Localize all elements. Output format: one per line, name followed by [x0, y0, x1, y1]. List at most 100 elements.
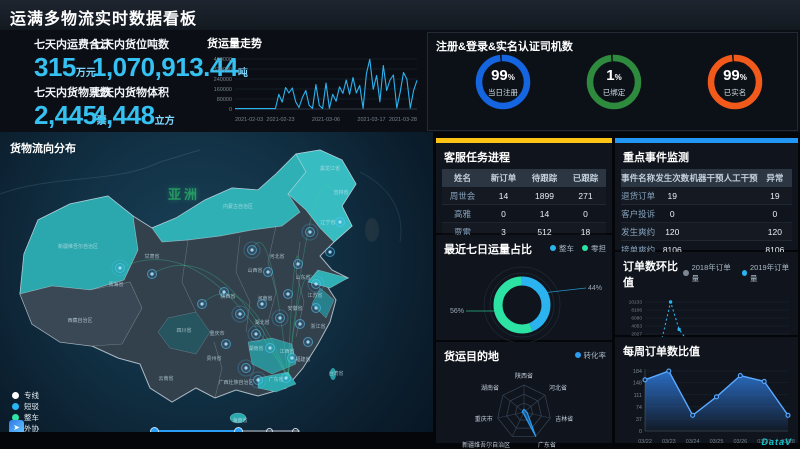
svg-text:广东省: 广东省 [268, 376, 283, 383]
legend-dot [12, 403, 19, 410]
slider-handle-current[interactable] [234, 427, 243, 432]
timeline-slider[interactable] [150, 426, 300, 432]
svg-text:河南省: 河南省 [257, 295, 272, 302]
svg-text:03/23: 03/23 [662, 439, 676, 445]
gauge-value: 99 [723, 67, 740, 84]
destination-panel: 货运目的地 转化率 陕西省河北省吉林省广东省新疆维吾尔自治区重庆市湖南省 [436, 342, 612, 443]
row-name: 客户投诉 [621, 205, 655, 223]
kpi-unit: 立方 [155, 116, 175, 127]
donut-legend: 整车 零担 [550, 243, 606, 254]
slider-handle-start[interactable] [150, 427, 159, 432]
col-header: 发生次数 [655, 169, 689, 187]
svg-text:贵州省: 贵州省 [206, 355, 221, 362]
panel-title: 最近七日运量占比 [444, 241, 532, 257]
map-legend-item[interactable]: 专线 [12, 390, 39, 401]
svg-text:2021-02-23: 2021-02-23 [266, 117, 294, 123]
svg-text:160000: 160000 [214, 87, 232, 93]
gauge-unit: % [508, 73, 515, 82]
kpi-volume: 七天内货物体积 4,448立方 [92, 84, 175, 129]
slider-handle-ghost-2[interactable] [292, 428, 299, 432]
row-value: 120 [655, 223, 689, 241]
svg-text:江苏省: 江苏省 [307, 292, 322, 299]
row-value: 14 [483, 187, 524, 205]
svg-text:辽宁省: 辽宁省 [320, 219, 335, 226]
slider-handle-ghost-1[interactable] [266, 428, 273, 432]
col-header: 待跟踪 [524, 169, 565, 187]
gauge-bound: 1%已绑定 [585, 53, 643, 125]
svg-text:河北省: 河北省 [269, 253, 284, 260]
legend-label: 整车 [24, 412, 39, 423]
svg-text:甘肃省: 甘肃省 [144, 253, 159, 260]
svg-text:03/26: 03/26 [733, 439, 747, 445]
gauge-label: 已绑定 [603, 87, 626, 98]
table-row: 发生爽约120120 [621, 223, 792, 241]
cargo-flow-map-panel: 货物流向分布 亚洲 [0, 132, 433, 432]
legend-label: 外协 [24, 423, 39, 432]
legend-item-2018[interactable]: 2018年订单量 [683, 262, 733, 284]
gauge-unit: % [740, 73, 747, 82]
svg-text:山西省: 山西省 [247, 267, 262, 274]
header-bar: 运满多物流实时数据看板 [0, 0, 800, 31]
svg-text:江西省: 江西省 [279, 348, 294, 355]
svg-text:安徽省: 安徽省 [287, 305, 302, 312]
row-value [724, 205, 758, 223]
row-name: 周世会 [442, 187, 483, 205]
kpi-value: 315 [34, 52, 76, 82]
row-value: 19 [655, 187, 689, 205]
svg-text:74: 74 [636, 405, 642, 411]
row-value [689, 205, 723, 223]
col-header: 机器干预 [689, 169, 723, 187]
svg-text:03/24: 03/24 [686, 439, 700, 445]
legend-item-conversion[interactable]: 转化率 [575, 350, 607, 361]
svg-text:重庆市: 重庆市 [209, 330, 224, 337]
freight-trend-chart: 0800001600002400003200004000002021-02-03… [205, 51, 427, 131]
svg-text:8106: 8106 [631, 308, 642, 314]
panel-title: 每周订单数比值 [623, 343, 798, 359]
col-header: 异常 [758, 169, 792, 187]
svg-text:海南省: 海南省 [232, 417, 247, 424]
gauges-title: 注册&登录&实名认证司机数 [436, 38, 797, 54]
radar-legend: 转化率 [575, 350, 607, 361]
continent-label: 亚洲 [168, 184, 200, 203]
svg-text:4053: 4053 [631, 324, 642, 330]
gauge-label: 当日注册 [488, 87, 518, 98]
weekly-orders-panel: 每周订单数比值 0377411114818403/2203/2303/2403/… [615, 337, 798, 443]
col-header: 事件名称 [621, 169, 655, 187]
svg-text:111: 111 [634, 393, 642, 399]
svg-text:西藏自治区: 西藏自治区 [67, 317, 92, 324]
row-value: 0 [655, 205, 689, 223]
destination-radar: 陕西省河北省吉林省广东省新疆维吾尔自治区重庆市湖南省 [436, 368, 612, 449]
svg-text:80000: 80000 [217, 97, 232, 103]
col-header: 人工干预 [724, 169, 758, 187]
legend-item-2019[interactable]: 2019年订单量 [742, 262, 792, 284]
china-map[interactable]: 黑龙江省内蒙古自治区吉林省辽宁省甘肃省青海省新疆维吾尔自治区西藏自治区四川省云南… [0, 132, 433, 432]
svg-text:184: 184 [633, 369, 642, 375]
slider-fill [154, 430, 238, 432]
svg-text:内蒙古自治区: 内蒙古自治区 [223, 203, 253, 210]
col-header: 新订单 [483, 169, 524, 187]
panel-title: 订单数环比值 [623, 258, 683, 290]
row-value: 0 [565, 205, 606, 223]
legend-item-fulltruck[interactable]: 整车 [550, 243, 574, 254]
svg-text:吉林省: 吉林省 [555, 415, 573, 423]
volume-share-panel: 最近七日运量占比 整车 零担 44%56% [436, 235, 612, 340]
svg-text:03/25: 03/25 [710, 439, 724, 445]
svg-text:湖北省: 湖北省 [254, 319, 269, 326]
watermark: DataV [761, 437, 792, 447]
row-value [724, 223, 758, 241]
svg-text:2021-03-28: 2021-03-28 [389, 117, 417, 123]
table-row: 高雅0140 [442, 205, 606, 223]
chart-title: 货运量走势 [207, 35, 427, 51]
svg-text:广西壮族自治区: 广西壮族自治区 [218, 379, 253, 386]
col-header: 姓名 [442, 169, 483, 187]
map-legend-item[interactable]: 短驳 [12, 401, 39, 412]
row-name: 高雅 [442, 205, 483, 223]
svg-text:湖南省: 湖南省 [248, 345, 263, 352]
legend-item-ltl[interactable]: 零担 [582, 243, 606, 254]
svg-text:2021-02-03: 2021-02-03 [235, 117, 263, 123]
map-edit-icon[interactable]: ➤ [9, 420, 24, 432]
row-value: 0 [483, 205, 524, 223]
row-value: 0 [758, 205, 792, 223]
svg-text:黑龙江省: 黑龙江省 [320, 165, 340, 172]
svg-text:福建省: 福建省 [295, 356, 310, 363]
